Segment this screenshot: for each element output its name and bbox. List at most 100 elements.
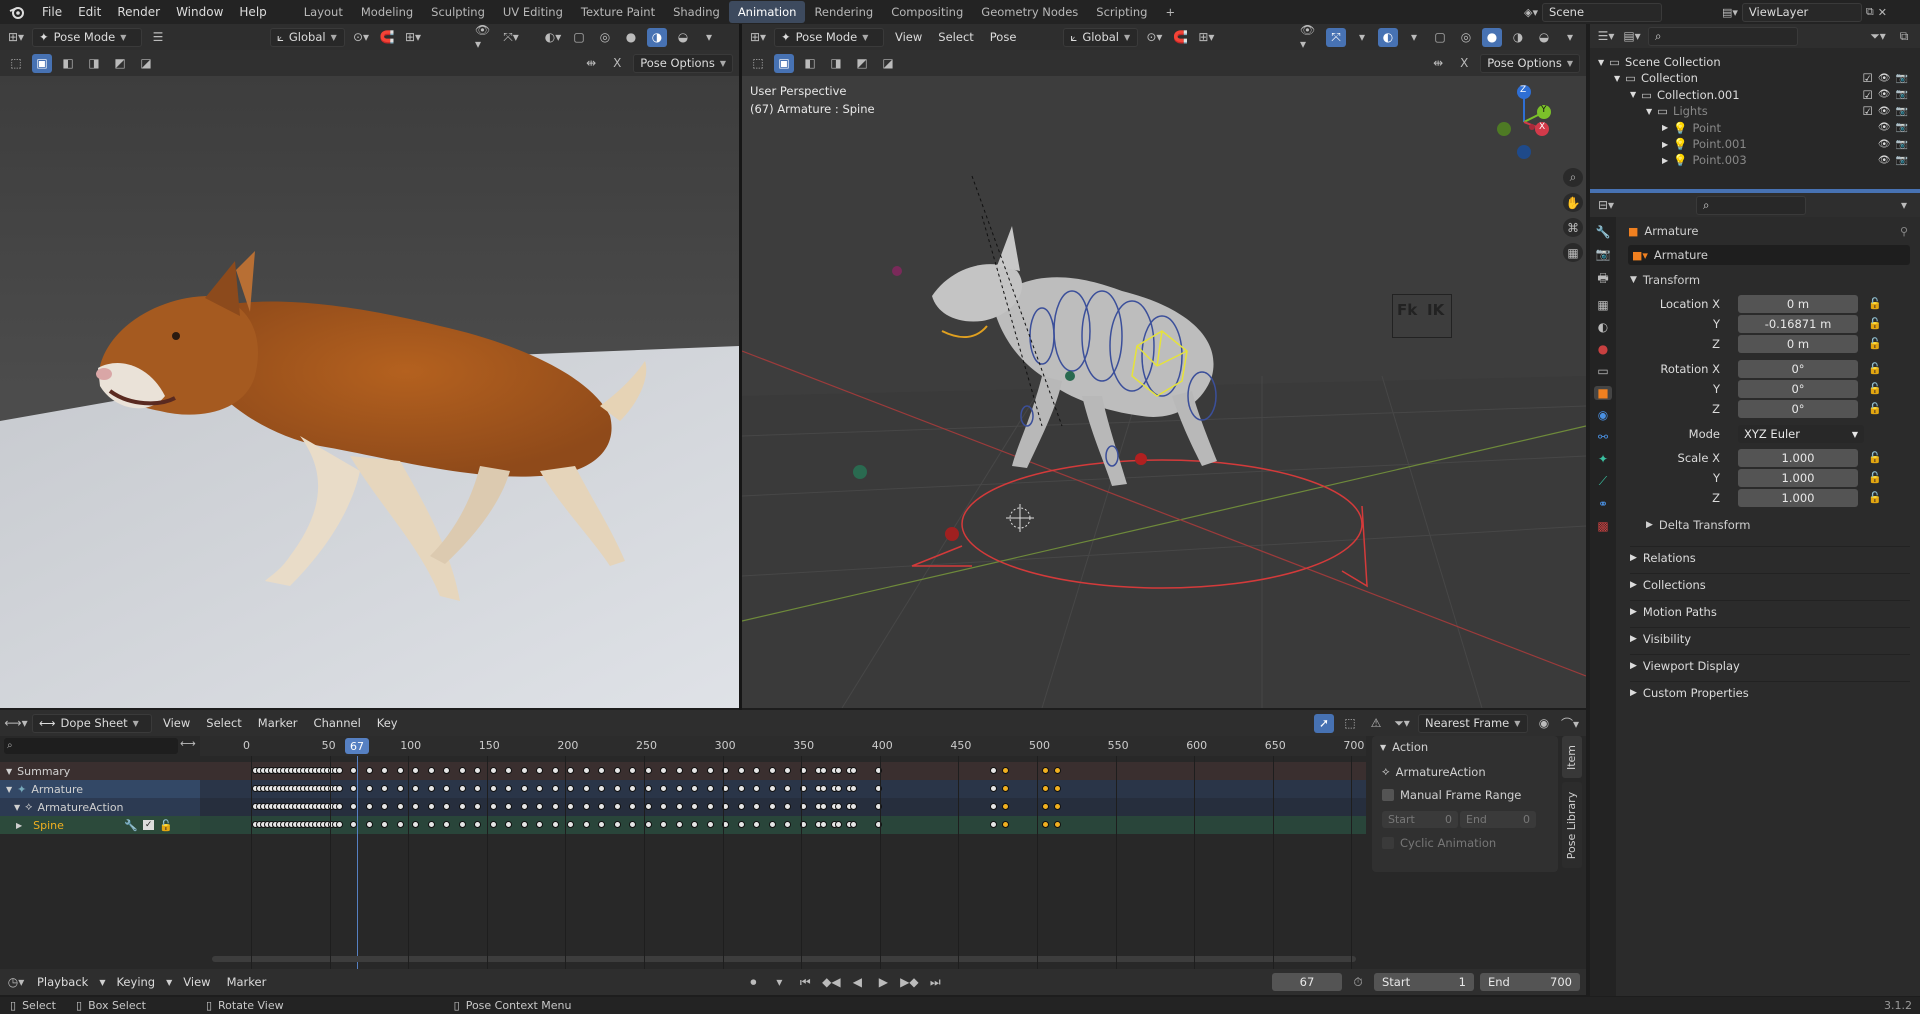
keyframe[interactable] <box>567 803 574 810</box>
channel-search-input[interactable]: ⌕ <box>4 738 178 754</box>
eye-icon[interactable]: 👁 <box>1878 155 1891 166</box>
keyframe[interactable] <box>427 767 435 774</box>
menu-playback[interactable]: Playback <box>32 975 93 989</box>
keyframe[interactable] <box>567 785 574 792</box>
keyframe[interactable] <box>567 767 574 774</box>
transform-panel-header[interactable]: ▼ Transform <box>1630 269 1910 291</box>
rendered-shading-icon[interactable]: ◒ <box>673 28 693 47</box>
new-collection-icon[interactable]: ⧉ <box>1894 27 1914 46</box>
jump-end-icon[interactable]: ⏭ <box>925 973 945 992</box>
outliner-row[interactable]: ▶ 💡 Point.003 👁 📷 <box>1662 150 1908 170</box>
lock-icon[interactable]: 🔓 <box>1868 337 1882 350</box>
chevron-right-icon[interactable]: ▶ <box>1662 140 1668 149</box>
keyframe[interactable] <box>768 785 776 792</box>
rendered-shading-icon[interactable]: ◒ <box>1534 28 1554 47</box>
play-reverse-icon[interactable]: ◀ <box>847 973 867 992</box>
keyframe[interactable] <box>536 767 543 774</box>
keyframe[interactable] <box>768 803 776 810</box>
keyframe[interactable] <box>737 803 745 810</box>
pose-options-dropdown[interactable]: Pose Options ▼ <box>633 53 733 73</box>
keyframe[interactable] <box>551 767 559 774</box>
menu-view[interactable]: View <box>158 716 195 730</box>
keyframe[interactable] <box>706 785 714 792</box>
scale-y-field[interactable]: 1.000 <box>1738 469 1858 487</box>
play-icon[interactable]: ▶ <box>873 973 893 992</box>
keyframe[interactable] <box>598 803 605 810</box>
keyframe[interactable] <box>629 803 636 810</box>
keyframe[interactable] <box>336 803 343 810</box>
keyframe[interactable] <box>850 785 857 792</box>
keyframe[interactable] <box>660 785 667 792</box>
keyframe[interactable] <box>427 821 435 828</box>
prev-keyframe-icon[interactable]: ◆◀ <box>821 973 841 992</box>
keyframe[interactable] <box>691 767 698 774</box>
keyframe[interactable] <box>381 821 388 828</box>
xray-icon[interactable]: ▢ <box>569 28 589 47</box>
tab-compositing[interactable]: Compositing <box>882 1 972 23</box>
snap-icon[interactable]: 🧲 <box>1170 28 1190 47</box>
keyframe[interactable] <box>753 821 760 828</box>
solid-shading-icon[interactable]: ● <box>1482 27 1502 47</box>
bone-constraint-tab-icon[interactable]: ⚭ <box>1598 497 1608 511</box>
action-name-row[interactable]: ⟡ ArmatureAction <box>1382 764 1486 779</box>
keyframe[interactable] <box>820 821 827 828</box>
scene-selector[interactable]: ◈▾ Scene <box>1524 2 1690 22</box>
menu-marker[interactable]: Marker <box>222 975 272 989</box>
select-intersect-icon[interactable]: ◪ <box>878 54 898 73</box>
select-new-icon[interactable]: ▣ <box>32 53 52 73</box>
object-name-field[interactable]: ■▾ Armature <box>1628 245 1910 265</box>
wrench-icon[interactable]: 🔧 <box>124 819 138 832</box>
keyframe[interactable] <box>443 803 450 810</box>
keyframe[interactable] <box>474 767 481 774</box>
keyframe[interactable] <box>520 785 528 792</box>
keyframe[interactable] <box>660 821 667 828</box>
keyframe[interactable] <box>706 803 714 810</box>
object-tab-icon[interactable]: ■ <box>1594 386 1612 400</box>
start-frame-field[interactable]: Start 1 <box>1374 973 1474 991</box>
keyframe[interactable] <box>1054 821 1061 828</box>
keyframe[interactable] <box>427 803 435 810</box>
keyframe[interactable] <box>613 821 621 828</box>
keyframe[interactable] <box>990 785 997 792</box>
tab-uv-editing[interactable]: UV Editing <box>494 1 572 23</box>
lock-icon[interactable]: 🔓 <box>1868 491 1882 504</box>
location-x-field[interactable]: 0 m <box>1738 295 1858 313</box>
range-start-field[interactable]: Start 0 <box>1382 811 1458 828</box>
keyframe[interactable] <box>737 767 745 774</box>
channel-armature[interactable]: ▼ ✦ Armature <box>0 780 200 798</box>
keyframe[interactable] <box>443 785 450 792</box>
swap-icon[interactable]: ⟷ <box>180 737 196 750</box>
orientation-dropdown[interactable]: ⟀ Global ▼ <box>1063 27 1139 47</box>
keyframe[interactable] <box>1002 803 1009 810</box>
chevron-down-icon[interactable]: ▼ <box>1598 58 1604 67</box>
lock-icon[interactable]: 🔓 <box>1868 451 1882 464</box>
pan-icon[interactable]: ✋ <box>1563 193 1583 212</box>
horizontal-scrollbar[interactable] <box>212 956 1356 962</box>
overlay-icon[interactable]: ◐▾ <box>543 28 563 47</box>
keyframe[interactable] <box>1054 767 1061 774</box>
keyframe[interactable] <box>1002 785 1009 792</box>
bone-tab-icon[interactable]: ⟋ <box>1599 474 1607 489</box>
editor-type-icon[interactable]: ⊟▾ <box>1596 196 1616 215</box>
cyclic-animation-checkbox[interactable]: Cyclic Animation <box>1382 836 1496 850</box>
pivot-icon[interactable]: ⊙▾ <box>1144 28 1164 47</box>
chevron-down-icon[interactable]: ▼ <box>1614 74 1620 83</box>
texture-tab-icon[interactable]: ▩ <box>1597 519 1608 533</box>
editor-type-icon[interactable]: ⟷▾ <box>4 714 27 733</box>
keyframe[interactable] <box>835 785 842 792</box>
keyframe[interactable] <box>443 767 450 774</box>
keyframe[interactable] <box>1054 785 1061 792</box>
scene-name-field[interactable]: Scene <box>1541 2 1662 22</box>
output-tab-icon[interactable]: 🖶 <box>1597 269 1608 290</box>
keyframe[interactable] <box>850 821 857 828</box>
tab-rendering[interactable]: Rendering <box>805 1 882 23</box>
keyframe[interactable] <box>1002 821 1009 828</box>
camera-icon[interactable]: ⌘ <box>1563 218 1583 237</box>
keyframe[interactable] <box>520 821 528 828</box>
eye-icon[interactable]: 👁 <box>1878 106 1891 117</box>
keyframe[interactable] <box>427 785 435 792</box>
menu-view[interactable]: View <box>178 975 215 989</box>
menu-render[interactable]: Render <box>109 0 168 24</box>
mode-dropdown[interactable]: ✦ Pose Mode ▼ <box>774 27 884 47</box>
keyframe[interactable] <box>365 803 373 810</box>
